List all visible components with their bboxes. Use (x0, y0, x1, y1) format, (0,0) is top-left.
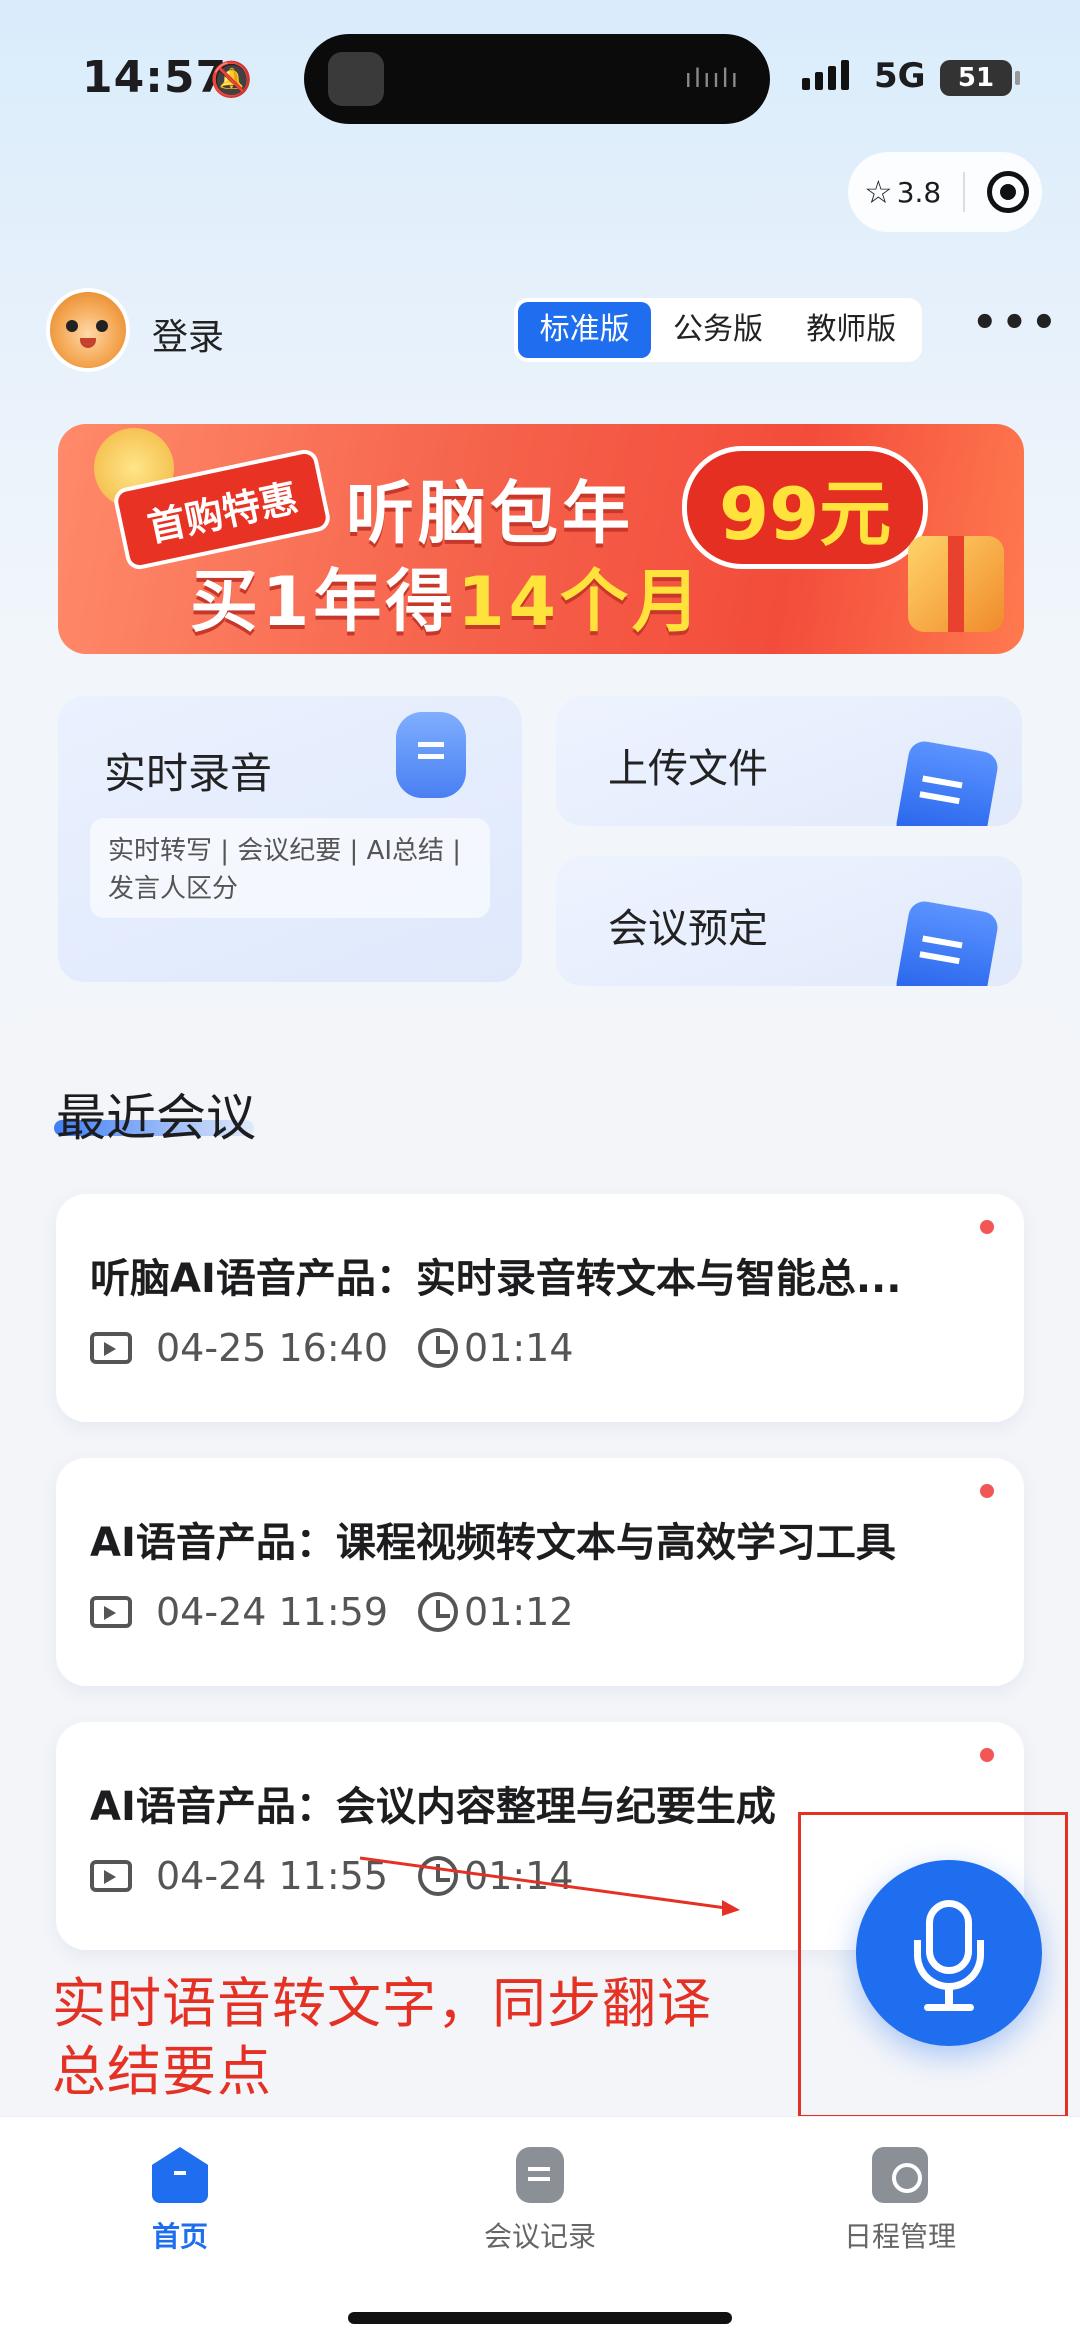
promo-subline-prefix: 买1年得 (190, 563, 458, 642)
status-time: 14:57 (82, 52, 228, 103)
tab-home[interactable]: 首页 (60, 2147, 300, 2255)
realtime-recording-title: 实时录音 (104, 749, 273, 798)
battery-icon: 51 (940, 60, 1020, 96)
tab-meeting-records[interactable]: 会议记录 (420, 2147, 660, 2255)
clock-icon (418, 1592, 459, 1632)
promo-headline: 听脑包年 (346, 475, 635, 554)
edition-standard[interactable]: 标准版 (518, 302, 652, 358)
home-icon (152, 2147, 208, 2203)
realtime-recording-desc: 实时转写 | 会议纪要 | AI总结 | 发言人区分 (90, 818, 490, 918)
meeting-meta: 04-25 16:40 01:14 (90, 1326, 574, 1370)
clock-icon (418, 1328, 459, 1368)
tab-home-label: 首页 (151, 2220, 208, 2253)
rating-value[interactable]: 3.8 (897, 176, 942, 209)
video-icon (90, 1332, 132, 1364)
meeting-title: AI语音产品：课程视频转文本与高效学习工具 (90, 1520, 896, 1566)
meeting-meta: 04-24 11:55 01:14 (90, 1854, 574, 1898)
microphone-base (924, 2004, 974, 2011)
meeting-booking-card[interactable]: 会议预定 (556, 856, 1022, 986)
promo-banner[interactable]: 首购特惠 听脑包年 99元 买1年得14个月 (58, 424, 1024, 654)
meeting-booking-title: 会议预定 (608, 906, 768, 952)
tab-schedule-label: 日程管理 (843, 2220, 956, 2253)
island-thumbnail (328, 52, 384, 106)
upload-file-card[interactable]: 上传文件 (556, 696, 1022, 826)
document-icon (894, 738, 1000, 826)
gift-icon (908, 536, 1004, 632)
login-link[interactable]: 登录 (152, 308, 224, 360)
annotation-caption: 实时语音转文字，同步翻译 总结要点 (52, 1970, 712, 2106)
unread-dot (980, 1220, 994, 1234)
meeting-card[interactable]: AI语音产品：课程视频转文本与高效学习工具 04-24 11:59 01:12 (56, 1458, 1024, 1686)
unread-dot (980, 1484, 994, 1498)
mute-bell-icon: 🔕 (210, 60, 253, 100)
meeting-title: 听脑AI语音产品：实时录音转文本与智能总... (90, 1256, 902, 1302)
promo-price: 99元 (682, 446, 929, 569)
meeting-datetime: 04-24 11:55 (156, 1854, 389, 1898)
transcript-icon (396, 712, 466, 798)
close-target-icon[interactable] (987, 171, 1030, 213)
avatar[interactable] (46, 288, 130, 372)
more-icon[interactable]: ••• (972, 300, 1061, 346)
clock-icon (418, 1856, 459, 1896)
meeting-card[interactable]: 听脑AI语音产品：实时录音转文本与智能总... 04-25 16:40 01:1… (56, 1194, 1024, 1422)
star-icon[interactable]: ☆ (864, 173, 893, 211)
annotation-line-2: 总结要点 (52, 2040, 272, 2103)
meeting-datetime: 04-25 16:40 (156, 1326, 389, 1370)
realtime-recording-card[interactable]: 实时录音 实时转写 | 会议纪要 | AI总结 | 发言人区分 (58, 696, 522, 982)
capsule-divider (963, 172, 966, 212)
promo-subline: 买1年得14个月 (190, 546, 704, 645)
tab-meeting-records-label: 会议记录 (483, 2220, 596, 2253)
record-mic-button[interactable] (856, 1860, 1042, 2046)
unread-dot (980, 1748, 994, 1762)
meeting-duration: 01:14 (464, 1326, 574, 1370)
meeting-meta: 04-24 11:59 01:12 (90, 1590, 574, 1634)
audio-wave-icon: ılıılı (684, 64, 740, 94)
recent-meetings-title: 最近会议 (56, 1089, 256, 1147)
meeting-duration: 01:14 (464, 1854, 574, 1898)
tab-schedule[interactable]: 日程管理 (780, 2147, 1020, 2255)
calendar-clock-icon (872, 2147, 928, 2203)
microphone-arc (914, 1940, 984, 1990)
video-icon (90, 1596, 132, 1628)
meeting-datetime: 04-24 11:59 (156, 1590, 389, 1634)
document-icon (516, 2147, 564, 2203)
network-type: 5G (874, 56, 926, 96)
meeting-title: AI语音产品：会议内容整理与纪要生成 (90, 1784, 776, 1830)
capsule-menu: ☆ 3.8 (848, 152, 1042, 232)
dynamic-island: ılıılı (304, 34, 770, 124)
edition-switcher: 标准版 公务版 教师版 (514, 298, 922, 362)
edition-government[interactable]: 公务版 (651, 302, 784, 358)
annotation-line-1: 实时语音转文字，同步翻译 (52, 1972, 712, 2035)
upload-file-title: 上传文件 (608, 746, 768, 792)
signal-icon (802, 60, 849, 90)
edition-teacher[interactable]: 教师版 (785, 302, 918, 358)
calendar-icon (894, 898, 1000, 986)
video-icon (90, 1860, 132, 1892)
meeting-duration: 01:12 (464, 1590, 574, 1634)
promo-subline-highlight: 14个月 (457, 563, 704, 642)
home-indicator[interactable] (348, 2312, 732, 2324)
